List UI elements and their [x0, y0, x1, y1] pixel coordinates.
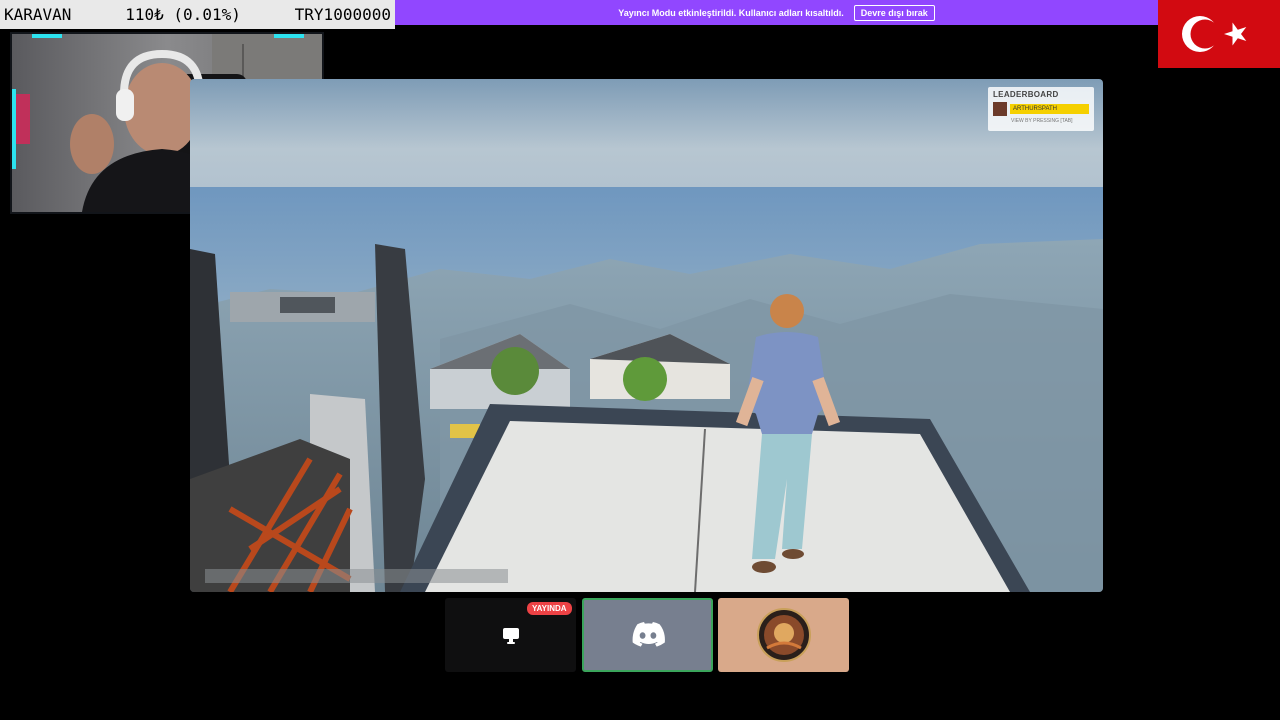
live-badge: YAYINDA [527, 602, 572, 615]
ticker-total: TRY1000000 [294, 5, 391, 24]
monitor-icon [502, 628, 519, 644]
disable-streamer-mode-button[interactable]: Devre dışı bırak [853, 4, 935, 21]
avatar [756, 608, 811, 662]
game-screen[interactable] [190, 79, 1103, 592]
streamer-mode-banner: Yayıncı Modu etkinleştirildi. Kullanıcı … [395, 0, 1158, 25]
leaderboard-row: ARTHURSPATH [993, 102, 1089, 116]
game-scene[interactable] [190, 79, 1103, 592]
user-avatar-tile[interactable] [718, 598, 849, 672]
turkish-flag [1158, 0, 1280, 68]
webcam-frame-accent [12, 89, 16, 169]
webcam-frame-accent [32, 34, 62, 38]
leaderboard-player: ARTHURSPATH [1010, 104, 1089, 114]
discord-icon [632, 622, 665, 647]
leaderboard-title: LEADERBOARD [993, 90, 1059, 99]
ticker-name: KARAVAN [4, 5, 72, 24]
leaderboard-panel: LEADERBOARD ARTHURSPATH VIEW BY PRESSING… [988, 87, 1094, 131]
leaderboard-hint: VIEW BY PRESSING [TAB] [1011, 118, 1073, 124]
flag-icon [1158, 0, 1280, 68]
currency-ticker: KARAVAN 110₺ (0.01%) TRY1000000 [0, 0, 395, 29]
stream-overlay: KARAVAN 110₺ (0.01%) TRY1000000 Yayıncı … [0, 0, 1280, 720]
discord-user-tile[interactable] [582, 598, 713, 672]
webcam-frame-accent [274, 34, 304, 38]
banner-message: Yayıncı Modu etkinleştirildi. Kullanıcı … [618, 7, 844, 18]
player-avatar [993, 102, 1007, 116]
ticker-price: 110₺ (0.01%) [125, 5, 241, 24]
